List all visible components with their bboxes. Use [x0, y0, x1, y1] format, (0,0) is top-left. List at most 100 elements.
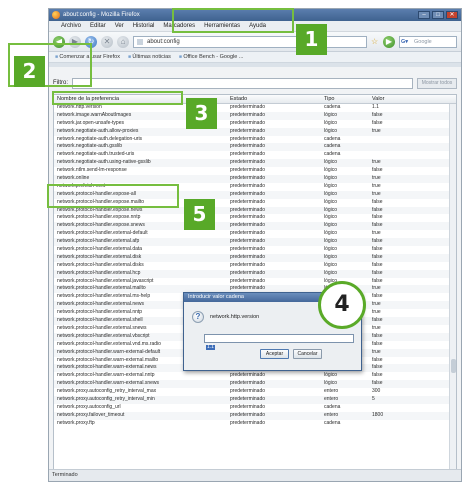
- table-row[interactable]: network.protocol-handler.external.disks p…: [54, 262, 456, 270]
- cancel-button[interactable]: Cancelar: [293, 349, 322, 359]
- table-row[interactable]: network.protocol-handler.external.hcp pre…: [54, 269, 456, 278]
- window-title: about:config - Mozilla Firefox: [63, 12, 140, 18]
- column-header-type[interactable]: Tipo: [324, 95, 368, 104]
- home-icon[interactable]: ⌂: [117, 35, 129, 48]
- callout-5-outline: [47, 184, 179, 208]
- table-row[interactable]: network.protocol-handler.external.afp pre…: [54, 238, 456, 247]
- pref-value: false: [372, 214, 383, 221]
- pref-value: 1800: [372, 411, 384, 418]
- pref-status: predeterminado: [230, 190, 266, 197]
- table-row[interactable]: network.negotiate-auth.trusted-uris prede…: [54, 151, 456, 159]
- table-row[interactable]: network.proxy.autoconfig_retry_interval_…: [54, 395, 456, 404]
- callout-1-badge: 1: [296, 24, 327, 55]
- pref-name: network.online: [57, 175, 90, 182]
- pref-value: false: [372, 206, 383, 213]
- pref-value: false: [372, 111, 383, 118]
- maximize-button[interactable]: □: [432, 11, 444, 19]
- table-row[interactable]: network.http.version predeterminado cadena…: [54, 104, 456, 112]
- bookmark-star-icon[interactable]: ☆: [371, 36, 379, 48]
- pref-value: false: [372, 340, 383, 347]
- table-row[interactable]: network.proxy.autoconfig_url predetermina…: [54, 404, 456, 412]
- pref-value: false: [372, 198, 383, 205]
- pref-value: true: [372, 285, 381, 292]
- callout-3-outline: [52, 91, 183, 105]
- menu-archivo[interactable]: Archivo: [61, 21, 81, 31]
- pref-status: predeterminado: [230, 159, 266, 166]
- menu-ver[interactable]: Ver: [115, 21, 124, 31]
- table-row[interactable]: network.ntlm.send-lm-response predetermin…: [54, 167, 456, 175]
- pref-type: lógico: [324, 119, 338, 126]
- callout-3-badge: 3: [186, 98, 217, 129]
- status-bar: Terminado: [49, 469, 461, 481]
- pref-status: predeterminado: [230, 419, 266, 426]
- table-row[interactable]: network.protocol-handler.external.data pr…: [54, 246, 456, 254]
- bookmarks-toolbar: Comenzar a usar Firefox Últimas noticias…: [49, 52, 461, 63]
- pref-value: true: [372, 127, 381, 134]
- pref-name: network.protocol-handler.warn-external.s…: [57, 380, 159, 387]
- pref-type: cadena: [324, 143, 341, 150]
- table-row[interactable]: network.negotiate-auth.gsslib predetermin…: [54, 143, 456, 152]
- pref-status: predeterminado: [230, 411, 266, 418]
- table-row[interactable]: network.protocol-handler.warn-external.s…: [54, 380, 456, 389]
- pref-type: cadena: [324, 403, 341, 410]
- pref-value: 300: [372, 388, 381, 395]
- pref-name: network.negotiate-auth.delegation-uris: [57, 135, 143, 142]
- table-row[interactable]: network.negotiate-auth.using-native-gssl…: [54, 159, 456, 168]
- table-row[interactable]: network.protocol-handler.expose.snews pre…: [54, 222, 456, 231]
- table-row[interactable]: network.online predeterminado lógico true: [54, 175, 456, 183]
- pref-type: lógico: [324, 253, 338, 260]
- column-header-status[interactable]: Estado: [230, 95, 320, 104]
- bookmark-item[interactable]: Últimas noticias: [128, 52, 171, 62]
- pref-value: false: [372, 364, 383, 371]
- question-icon: ?: [192, 311, 204, 323]
- dialog-value-input[interactable]: 1.1: [204, 334, 354, 350]
- tab-strip: [49, 63, 461, 67]
- pref-value: true: [372, 309, 381, 316]
- table-row[interactable]: network.proxy.ftp predeterminado cadena: [54, 420, 456, 428]
- close-button[interactable]: ✕: [446, 11, 458, 19]
- pref-status: predeterminado: [230, 246, 266, 253]
- table-row[interactable]: network.protocol-handler.warn-external.n…: [54, 372, 456, 380]
- table-row[interactable]: network.proxy.autoconfig_retry_interval_…: [54, 388, 456, 396]
- column-header-value[interactable]: Valor: [372, 95, 412, 104]
- table-row[interactable]: network.protocol-handler.external-defaul…: [54, 230, 456, 238]
- pref-type: cadena: [324, 151, 341, 158]
- menu-editar[interactable]: Editar: [90, 21, 106, 31]
- minimize-button[interactable]: –: [418, 11, 430, 19]
- stop-icon[interactable]: ✕: [101, 35, 113, 48]
- pref-type: lógico: [324, 261, 338, 268]
- filter-input[interactable]: [72, 77, 413, 89]
- table-row[interactable]: network.image.warnAboutImages predetermin…: [54, 111, 456, 120]
- dialog-value-text: 1.1: [206, 344, 215, 350]
- pref-status: predeterminado: [230, 403, 266, 410]
- pref-type: cadena: [324, 135, 341, 142]
- pref-value: false: [372, 119, 383, 126]
- table-row[interactable]: network.proxy.failover_timeout predetermi…: [54, 411, 456, 420]
- show-all-button[interactable]: Mostrar todos: [417, 77, 457, 89]
- go-icon[interactable]: ▶: [383, 35, 395, 48]
- pref-status: predeterminado: [230, 230, 266, 237]
- menu-historial[interactable]: Historial: [133, 21, 155, 31]
- table-row[interactable]: network.negotiate-auth.allow-proxies pred…: [54, 127, 456, 136]
- bookmark-item[interactable]: Office Bench - Google ...: [179, 52, 243, 62]
- firefox-icon: [52, 11, 60, 19]
- table-row[interactable]: network.jar.open-unsafe-types predetermin…: [54, 120, 456, 128]
- pref-name: network.protocol-handler.external.data: [57, 246, 143, 253]
- pref-value: false: [372, 356, 383, 363]
- pref-name: network.negotiate-auth.using-native-gssl…: [57, 159, 151, 166]
- search-box[interactable]: Google: [399, 35, 457, 48]
- pref-status: predeterminado: [230, 119, 266, 126]
- pref-value: true: [372, 190, 381, 197]
- callout-2-badge: 2: [14, 56, 45, 87]
- table-row[interactable]: network.protocol-handler.expose.nntp pred…: [54, 214, 456, 222]
- pref-value: true: [372, 324, 381, 331]
- url-bar[interactable]: about:config: [133, 35, 367, 48]
- table-row[interactable]: network.protocol-handler.external.disk pr…: [54, 253, 456, 262]
- pref-status: predeterminado: [230, 151, 266, 158]
- pref-value: false: [372, 372, 383, 379]
- table-row[interactable]: network.negotiate-auth.delegation-uris pr…: [54, 136, 456, 144]
- pref-name: network.protocol-handler.external.disks: [57, 261, 144, 268]
- accept-button[interactable]: Aceptar: [260, 349, 289, 359]
- vertical-scrollbar[interactable]: [449, 104, 456, 469]
- table-row[interactable]: network.protocol-handler.external.javasc…: [54, 278, 456, 286]
